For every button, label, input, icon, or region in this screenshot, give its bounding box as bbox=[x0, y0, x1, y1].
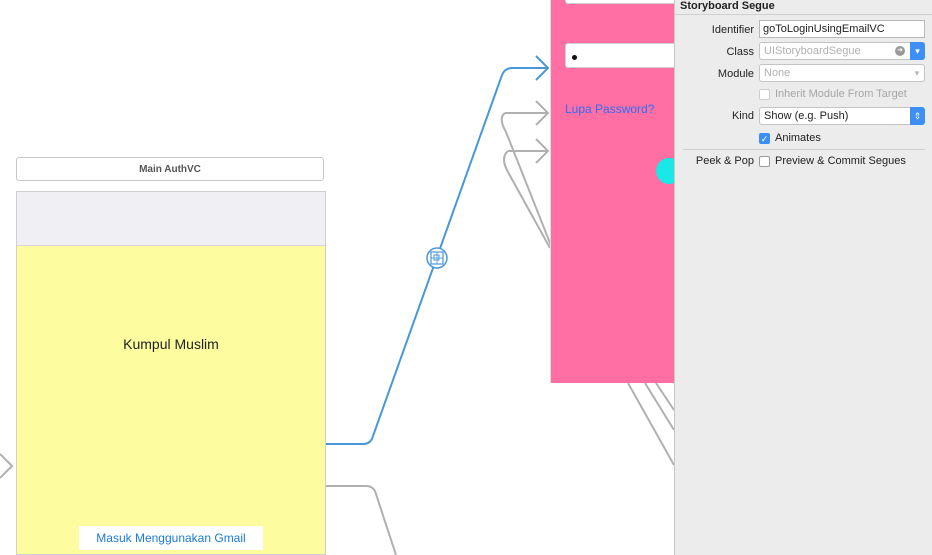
class-label: Class bbox=[726, 46, 754, 58]
navigation-bar[interactable] bbox=[17, 192, 325, 246]
segue-badge[interactable] bbox=[426, 247, 448, 269]
module-placeholder: None bbox=[764, 67, 791, 79]
segue-line-6[interactable] bbox=[627, 382, 675, 466]
module-label: Module bbox=[717, 68, 754, 80]
login-email-scene[interactable]: Lupa Password? bbox=[550, 0, 682, 383]
app-title-label[interactable]: Kumpul Muslim bbox=[17, 336, 325, 352]
identifier-label: Identifier bbox=[711, 24, 754, 36]
password-field[interactable] bbox=[565, 43, 679, 68]
peek-pop-label: Peek & Pop bbox=[695, 155, 754, 167]
forgot-password-link[interactable]: Lupa Password? bbox=[565, 102, 654, 116]
kind-value: Show (e.g. Push) bbox=[764, 110, 849, 122]
identifier-field[interactable]: goToLoginUsingEmailVC bbox=[759, 20, 925, 38]
section-divider bbox=[683, 149, 925, 150]
peek-pop-option[interactable]: Preview & Commit Segues bbox=[759, 154, 906, 168]
updown-chevron-icon[interactable]: ⇕ bbox=[910, 107, 925, 125]
attributes-inspector: Storyboard Segue Identifier goToLoginUsi… bbox=[674, 0, 932, 555]
class-placeholder: UIStoryboardSegue bbox=[764, 45, 861, 57]
scene-title-main-authvc[interactable]: Main AuthVC bbox=[16, 157, 324, 181]
class-navigate-icon[interactable]: ➜ bbox=[895, 46, 905, 56]
inherit-module-option[interactable]: Inherit Module From Target bbox=[759, 87, 907, 101]
chevron-down-icon[interactable]: ▾ bbox=[910, 42, 925, 60]
segue-line-5[interactable] bbox=[503, 150, 551, 249]
peek-pop-checkbox[interactable] bbox=[759, 155, 770, 167]
entry-arrowhead bbox=[0, 453, 14, 479]
inspector-section-title: Storyboard Segue bbox=[675, 0, 932, 15]
segue-line-1[interactable] bbox=[326, 485, 397, 555]
gmail-login-button[interactable]: Masuk Menggunakan Gmail bbox=[79, 526, 263, 550]
peek-pop-option-label: Preview & Commit Segues bbox=[775, 155, 906, 167]
main-authvc-scene[interactable]: Kumpul Muslim Masuk Menggunakan Gmail bbox=[16, 191, 326, 555]
module-combo[interactable]: None ▾ bbox=[759, 64, 925, 82]
email-field[interactable] bbox=[565, 0, 679, 4]
class-combo[interactable]: UIStoryboardSegue ➜ ▾ bbox=[759, 42, 925, 60]
kind-label: Kind bbox=[731, 110, 754, 122]
animates-label: Animates bbox=[775, 132, 821, 144]
inherit-module-label: Inherit Module From Target bbox=[775, 88, 907, 100]
animates-checkbox[interactable]: ✓ bbox=[759, 132, 770, 144]
chevron-down-icon: ▾ bbox=[914, 68, 920, 78]
kind-select[interactable]: Show (e.g. Push) ⇕ bbox=[759, 107, 925, 125]
segue-line-3[interactable] bbox=[500, 112, 553, 249]
animates-option[interactable]: ✓ Animates bbox=[759, 131, 821, 145]
password-dot bbox=[572, 55, 577, 60]
inherit-module-checkbox[interactable] bbox=[759, 88, 770, 100]
